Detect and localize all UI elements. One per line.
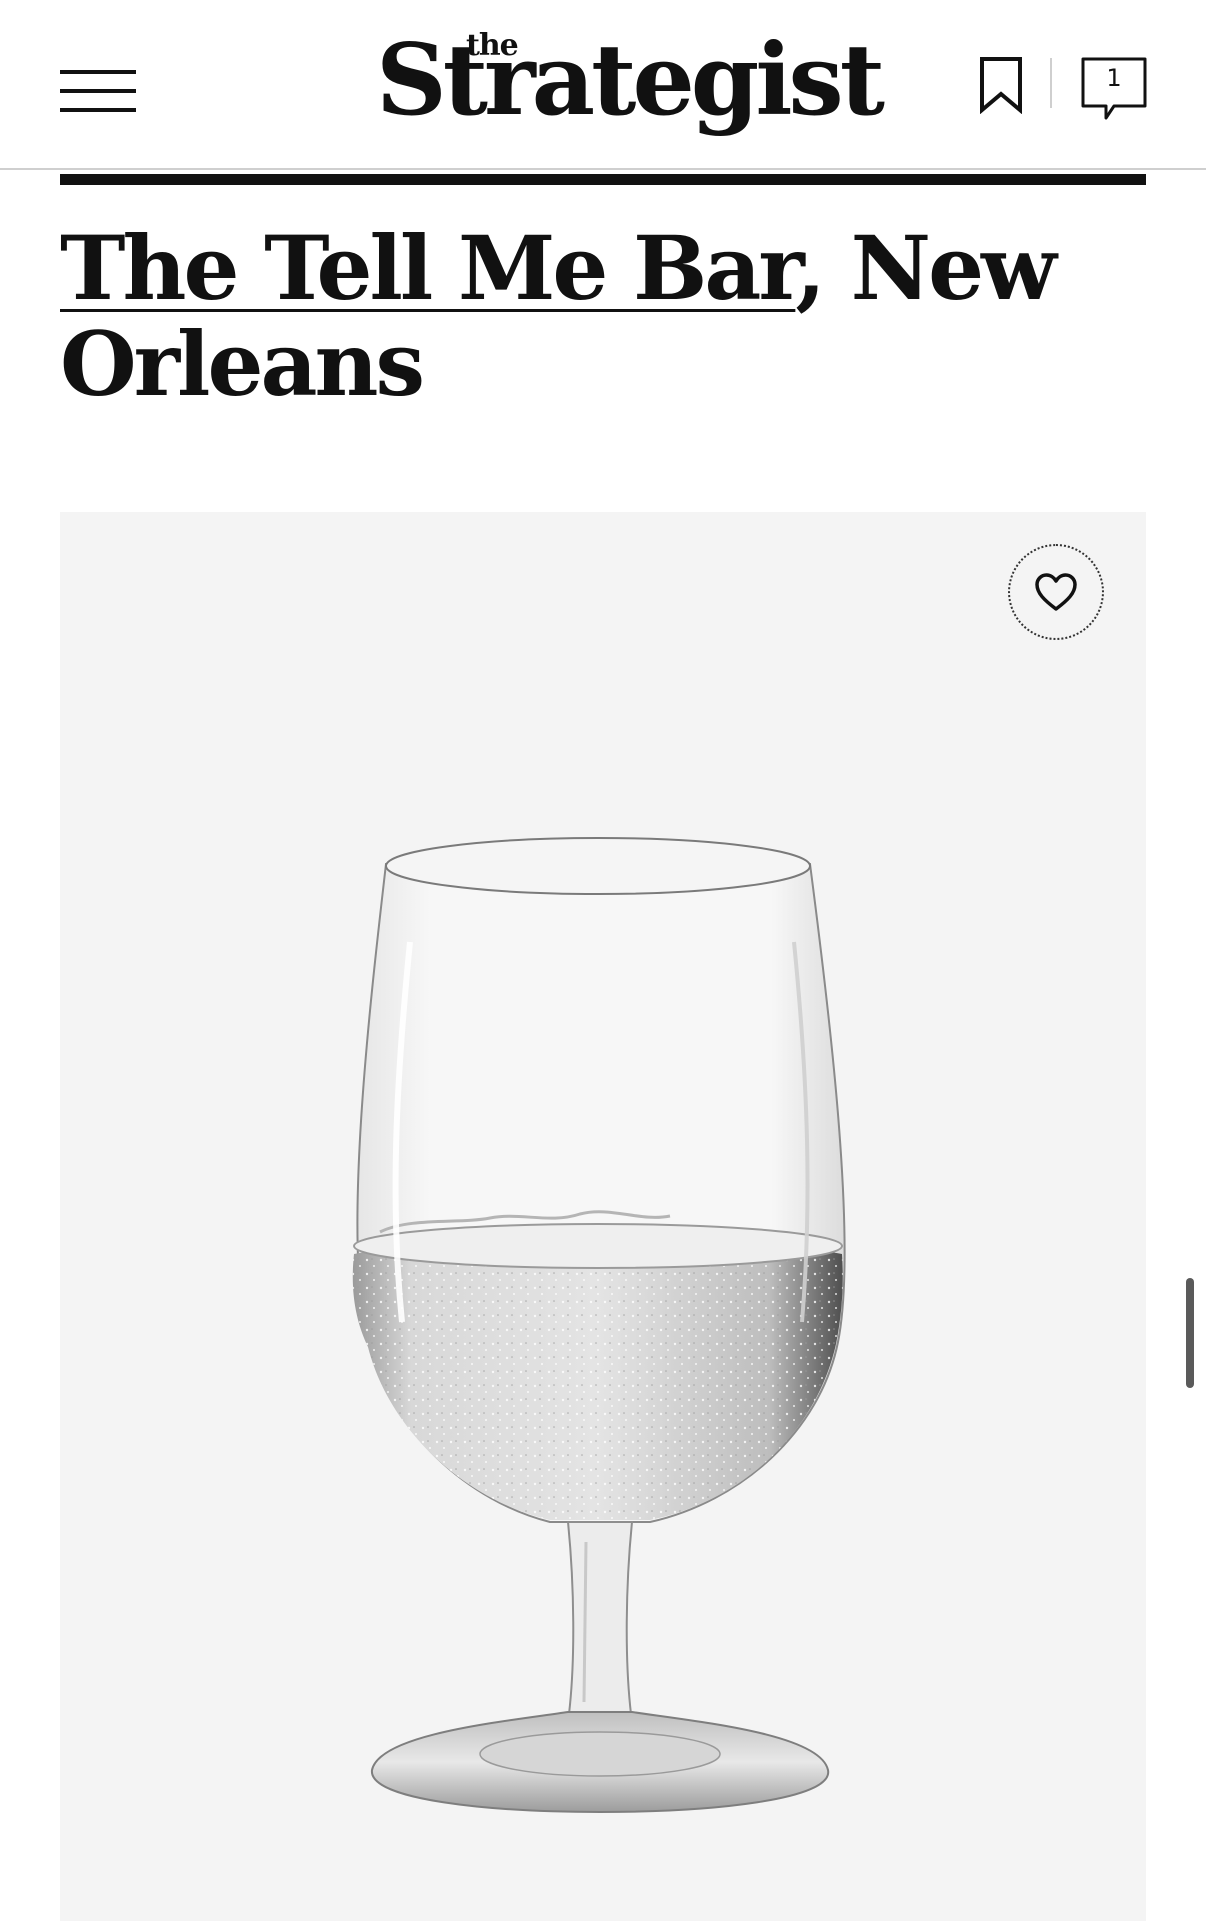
comments-button[interactable]: 1 bbox=[1080, 56, 1148, 122]
comments-count: 1 bbox=[1106, 64, 1122, 92]
favorite-button[interactable] bbox=[1008, 544, 1104, 640]
menu-line bbox=[60, 108, 136, 112]
bookmark-icon bbox=[980, 57, 1022, 115]
product-headline: The Tell Me Bar, New Orleans bbox=[60, 220, 1146, 412]
heart-icon bbox=[1035, 573, 1077, 611]
site-logo[interactable]: the Strategist bbox=[376, 22, 885, 152]
page: the Strategist 1 The Tell Me Bar, New Or… bbox=[0, 0, 1206, 1921]
product-image-card[interactable] bbox=[60, 512, 1146, 1921]
headline-link[interactable]: The Tell Me Bar bbox=[60, 216, 798, 320]
logo-main-text: Strategist bbox=[376, 23, 885, 138]
header-divider bbox=[1050, 58, 1052, 108]
menu-line bbox=[60, 70, 136, 74]
scrollbar[interactable] bbox=[1186, 1278, 1194, 1388]
menu-button[interactable] bbox=[60, 70, 136, 114]
bookmark-button[interactable] bbox=[978, 56, 1024, 115]
site-header: the Strategist 1 bbox=[0, 0, 1206, 170]
menu-line bbox=[60, 89, 136, 93]
section-rule bbox=[60, 174, 1146, 185]
water-glass-image bbox=[352, 837, 846, 1814]
